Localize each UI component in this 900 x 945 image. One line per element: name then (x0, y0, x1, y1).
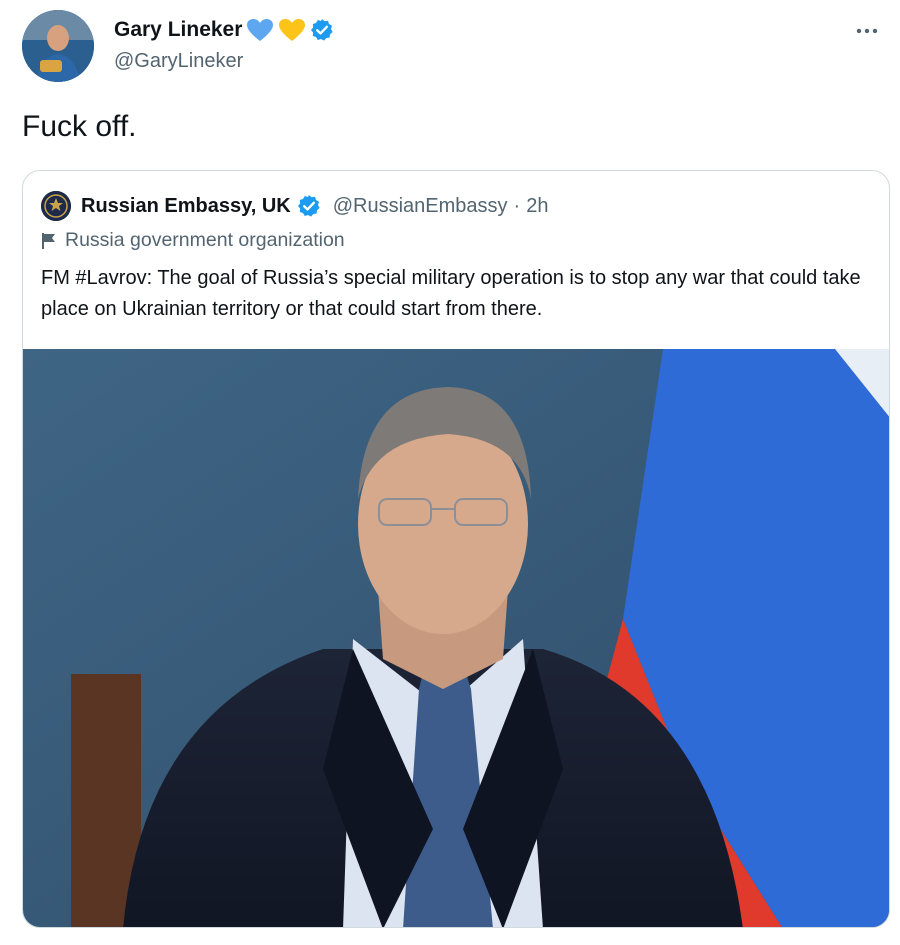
author-row: Gary Lineker @GaryLineker (22, 10, 882, 86)
more-options-button[interactable] (852, 16, 882, 46)
government-label[interactable]: Russia government organization (65, 229, 345, 252)
quoted-tweet-card[interactable]: Russian Embassy, UK @RussianEmbassy · 2h… (22, 170, 890, 928)
author-display-name[interactable]: Gary Lineker (114, 18, 242, 42)
quoted-author-display-name[interactable]: Russian Embassy, UK (81, 195, 291, 218)
author-name-row: Gary Lineker (114, 18, 334, 42)
government-label-row: Russia government organization (41, 229, 345, 252)
quoted-timestamp[interactable]: 2h (526, 195, 548, 218)
quoted-author-avatar[interactable] (41, 191, 71, 221)
blue-heart-icon (246, 18, 274, 42)
quoted-tweet-text: FM #Lavrov: The goal of Russia’s special… (41, 267, 861, 320)
quoted-author-row: Russian Embassy, UK @RussianEmbassy · 2h (41, 191, 548, 221)
author-handle[interactable]: @GaryLineker (114, 50, 243, 73)
quoted-author-handle[interactable]: @RussianEmbassy (333, 195, 508, 218)
separator-dot: · (513, 194, 521, 217)
tweet-text: Fuck off. (22, 110, 137, 143)
quoted-tweet-photo[interactable] (23, 349, 889, 927)
flag-icon (42, 232, 55, 249)
verified-badge-icon (310, 18, 334, 42)
author-avatar[interactable] (22, 10, 94, 82)
more-horizontal-icon (856, 28, 878, 34)
yellow-heart-icon (278, 18, 306, 42)
verified-badge-icon (297, 194, 321, 218)
tweet: Gary Lineker @GaryLineker Fuck off. Russ… (0, 0, 900, 945)
